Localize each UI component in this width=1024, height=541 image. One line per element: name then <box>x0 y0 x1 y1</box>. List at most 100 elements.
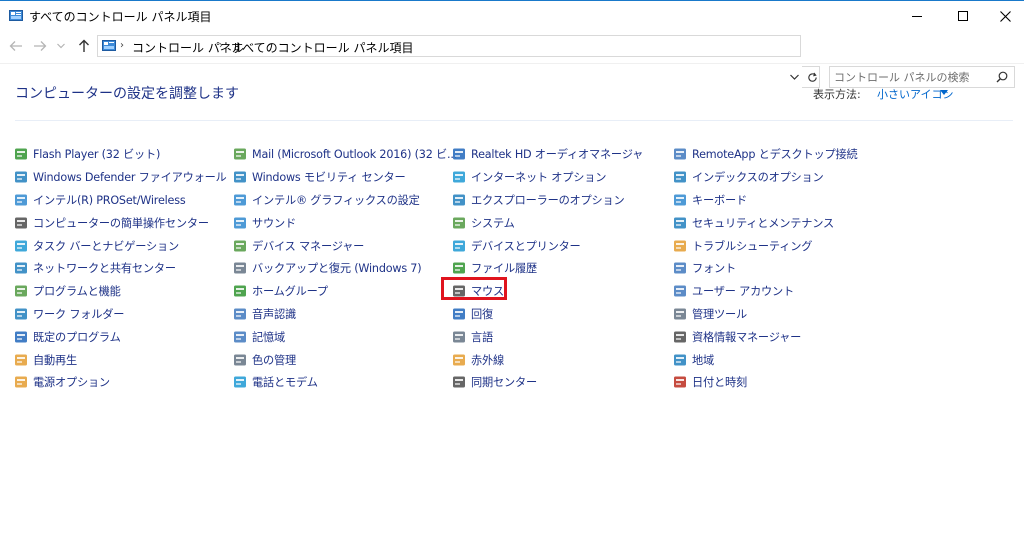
control-panel-item[interactable]: 日付と時刻 <box>673 371 893 394</box>
control-panel-item[interactable]: デバイス マネージャー <box>233 234 453 257</box>
control-panel-item-label: フォント <box>692 262 736 276</box>
control-panel-item[interactable]: Mail (Microsoft Outlook 2016) (32 ビ... <box>233 143 457 166</box>
control-panel-item-label: 管理ツール <box>692 307 747 321</box>
control-panel-item[interactable]: セキュリティとメンテナンス <box>673 211 893 234</box>
items-column-4: RemoteApp とデスクトップ接続 インデックスのオプションキーボードセキュリ… <box>673 143 893 394</box>
control-panel-item[interactable]: Windows Defender ファイアウォール <box>14 166 234 189</box>
language-icon <box>452 330 466 344</box>
control-panel-item[interactable]: フォント <box>673 257 893 280</box>
control-panel-item-label: 既定のプログラム <box>33 330 121 344</box>
control-panel-item[interactable]: バックアップと復元 (Windows 7) <box>233 257 453 280</box>
control-panel-item[interactable]: 言語 <box>452 325 672 348</box>
control-panel-item-label: キーボード <box>692 193 747 207</box>
control-panel-item-label: システム <box>471 216 515 230</box>
recent-locations-button[interactable] <box>56 38 66 54</box>
microphone-icon <box>233 307 247 321</box>
wireless-icon <box>14 193 28 207</box>
control-panel-item[interactable]: 色の管理 <box>233 348 453 371</box>
control-panel-item[interactable]: インデックスのオプション <box>673 166 893 189</box>
control-panel-item[interactable]: 音声認識 <box>233 303 453 326</box>
breadcrumb-control-panel[interactable]: コントロール パネル <box>132 39 244 56</box>
control-panel-item-label: 赤外線 <box>471 353 504 367</box>
control-panel-item[interactable]: インテル(R) PROSet/Wireless <box>14 189 234 212</box>
navigation-bar: › コントロール パネル › すべてのコントロール パネル項目 <box>0 31 1024 88</box>
search-input[interactable] <box>834 69 984 85</box>
control-panel-item[interactable]: 電話とモデム <box>233 371 453 394</box>
control-panel-item[interactable]: タスク バーとナビゲーション <box>14 234 234 257</box>
credential-icon <box>673 330 687 344</box>
back-button[interactable] <box>8 38 24 54</box>
control-panel-item[interactable]: Realtek HD オーディオマネージャ <box>452 143 672 166</box>
control-panel-item[interactable]: エクスプローラーのオプション <box>452 189 672 212</box>
forward-button[interactable] <box>32 38 48 54</box>
control-panel-item-label: インテル® グラフィックスの設定 <box>252 193 420 207</box>
remoteapp-icon <box>673 147 687 161</box>
breadcrumb-separator-icon[interactable]: › <box>120 40 124 51</box>
control-panel-item[interactable]: 同期センター <box>452 371 672 394</box>
search-icon[interactable] <box>996 71 1008 83</box>
items-column-3: Realtek HD オーディオマネージャ インターネット オプション エクスプロー… <box>452 143 672 394</box>
control-panel-item[interactable]: Flash Player (32 ビット) <box>14 143 234 166</box>
control-panel-item[interactable]: 地域 <box>673 348 893 371</box>
search-box[interactable] <box>829 66 1015 88</box>
control-panel-item[interactable]: インテル® グラフィックスの設定 <box>233 189 453 212</box>
control-panel-item[interactable]: キーボード <box>673 189 893 212</box>
control-panel-item[interactable]: プログラムと機能 <box>14 280 234 303</box>
content-divider <box>15 120 1013 121</box>
control-panel-item[interactable]: デバイスとプリンター <box>452 234 672 257</box>
maximize-button[interactable] <box>940 1 986 31</box>
control-panel-item-label: ネットワークと共有センター <box>33 262 176 276</box>
breadcrumb-separator-icon[interactable]: › <box>219 40 223 51</box>
up-button[interactable] <box>76 38 92 54</box>
fonts-icon <box>673 261 687 275</box>
control-panel-item[interactable]: システム <box>452 211 672 234</box>
control-panel-item[interactable]: ホームグループ <box>233 280 453 303</box>
control-panel-item[interactable]: ワーク フォルダー <box>14 303 234 326</box>
title-bar: すべてのコントロール パネル項目 <box>0 0 1024 31</box>
control-panel-item[interactable]: 記憶域 <box>233 325 453 348</box>
homegroup-icon <box>233 284 247 298</box>
items-column-2: Mail (Microsoft Outlook 2016) (32 ビ... Wi… <box>233 143 457 394</box>
address-bar[interactable]: › コントロール パネル › すべてのコントロール パネル項目 <box>97 35 801 57</box>
sync-icon <box>452 375 466 389</box>
control-panel-item[interactable]: 自動再生 <box>14 348 234 371</box>
control-panel-item[interactable]: RemoteApp とデスクトップ接続 <box>673 143 893 166</box>
control-panel-item[interactable]: コンピューターの簡単操作センター <box>14 211 234 234</box>
chevron-down-icon <box>57 43 65 49</box>
control-panel-item[interactable]: ネットワークと共有センター <box>14 257 234 280</box>
control-panel-item-label: 色の管理 <box>252 353 296 367</box>
control-panel-item[interactable]: 電源オプション <box>14 371 234 394</box>
refresh-button-icon-wrap[interactable] <box>802 66 822 88</box>
control-panel-item-label: デバイスとプリンター <box>471 239 581 253</box>
control-panel-item[interactable]: 既定のプログラム <box>14 325 234 348</box>
address-history-button[interactable] <box>786 66 802 88</box>
default-programs-icon <box>14 330 28 344</box>
chevron-down-icon <box>789 74 799 80</box>
control-panel-item[interactable]: ユーザー アカウント <box>673 280 893 303</box>
view-by-label: 表示方法: <box>813 88 861 101</box>
control-panel-item[interactable]: 回復 <box>452 303 672 326</box>
control-panel-item-label: 同期センター <box>471 376 537 390</box>
close-button[interactable] <box>986 1 1024 31</box>
control-panel-item-label: セキュリティとメンテナンス <box>692 216 834 230</box>
control-panel-item[interactable]: インターネット オプション <box>452 166 672 189</box>
control-panel-item[interactable]: Windows モビリティ センター <box>233 166 453 189</box>
minimize-button[interactable] <box>894 1 940 31</box>
mail-icon <box>233 147 247 161</box>
internet-options-icon <box>452 170 466 184</box>
flash-icon <box>14 147 28 161</box>
caret-down-icon[interactable] <box>940 90 948 95</box>
breadcrumb-all-items[interactable]: すべてのコントロール パネル項目 <box>231 39 414 56</box>
control-panel-item[interactable]: 赤外線 <box>452 348 672 371</box>
control-panel-item[interactable]: トラブルシューティング <box>673 234 893 257</box>
mobility-icon <box>233 170 247 184</box>
control-panel-item-label: サウンド <box>252 216 296 230</box>
close-icon <box>999 10 1011 22</box>
mouse-highlight-box <box>441 277 507 300</box>
control-panel-item-label: 資格情報マネージャー <box>692 330 802 344</box>
backup-icon <box>233 261 247 275</box>
control-panel-item[interactable]: サウンド <box>233 211 453 234</box>
ease-of-access-icon <box>14 216 28 230</box>
control-panel-item[interactable]: 管理ツール <box>673 303 893 326</box>
control-panel-item[interactable]: 資格情報マネージャー <box>673 325 893 348</box>
